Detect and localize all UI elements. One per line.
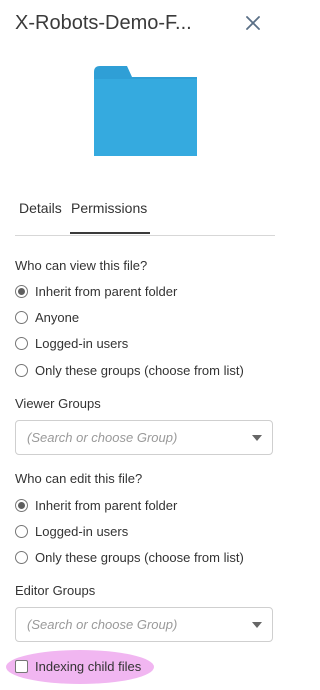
radio-label: Logged-in users: [35, 523, 129, 539]
tab-details[interactable]: Details: [19, 198, 62, 233]
radio-button[interactable]: [15, 524, 28, 538]
indexing-checkbox[interactable]: [15, 659, 28, 673]
radio-button[interactable]: [15, 284, 28, 298]
active-tab-indicator: [70, 232, 150, 234]
edit-permission-question: Who can edit this file?: [15, 471, 143, 486]
close-icon[interactable]: [243, 13, 263, 33]
viewer-groups-label: Viewer Groups: [15, 396, 101, 411]
radio-label: Inherit from parent folder: [35, 283, 178, 299]
folder-icon: [94, 66, 197, 156]
tab-bar: Details Permissions: [15, 198, 275, 236]
radio-label: Inherit from parent folder: [35, 497, 178, 513]
radio-button[interactable]: [15, 550, 28, 564]
editor-groups-select[interactable]: (Search or choose Group): [15, 607, 273, 642]
viewer-groups-select[interactable]: (Search or choose Group): [15, 420, 273, 455]
view-option-groups[interactable]: Only these groups (choose from list): [15, 361, 244, 379]
radio-label: Only these groups (choose from list): [35, 362, 244, 378]
view-option-logged-in[interactable]: Logged-in users: [15, 334, 128, 352]
indexing-label: Indexing child files: [35, 658, 142, 674]
radio-button[interactable]: [15, 336, 28, 350]
radio-button[interactable]: [15, 498, 28, 512]
radio-label: Anyone: [35, 309, 80, 325]
panel-header: X-Robots-Demo-F...: [15, 10, 275, 38]
radio-button[interactable]: [15, 363, 28, 377]
radio-button[interactable]: [15, 310, 28, 324]
chevron-down-icon[interactable]: [252, 435, 262, 441]
editor-groups-placeholder: (Search or choose Group): [27, 617, 178, 632]
chevron-down-icon[interactable]: [252, 622, 262, 628]
view-option-inherit[interactable]: Inherit from parent folder: [15, 282, 177, 300]
editor-groups-label: Editor Groups: [15, 583, 96, 598]
indexing-child-files-option[interactable]: Indexing child files: [15, 657, 141, 675]
edit-option-inherit[interactable]: Inherit from parent folder: [15, 496, 177, 514]
radio-label: Only these groups (choose from list): [35, 549, 244, 565]
edit-option-logged-in[interactable]: Logged-in users: [15, 522, 128, 540]
view-permission-question: Who can view this file?: [15, 258, 148, 273]
tab-permissions[interactable]: Permissions: [70, 198, 148, 233]
radio-label: Logged-in users: [35, 335, 129, 351]
file-title: X-Robots-Demo-F...: [15, 12, 192, 34]
view-option-anyone[interactable]: Anyone: [15, 308, 79, 326]
viewer-groups-placeholder: (Search or choose Group): [27, 430, 178, 445]
edit-option-groups[interactable]: Only these groups (choose from list): [15, 548, 244, 566]
